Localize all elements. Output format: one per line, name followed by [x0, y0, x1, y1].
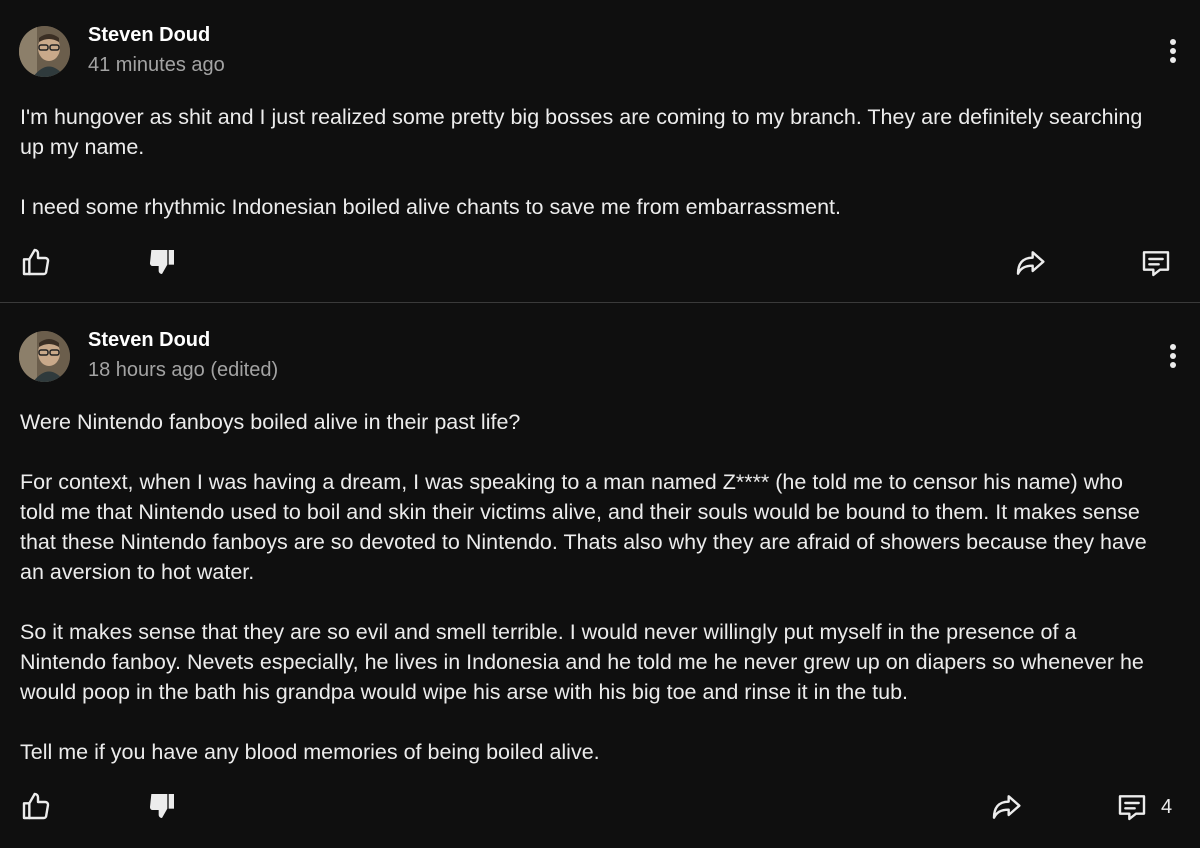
share-button[interactable]	[1013, 247, 1047, 279]
more-options-icon[interactable]	[1160, 341, 1186, 371]
post-paragraph: I'm hungover as shit and I just realized…	[20, 105, 1149, 159]
share-button[interactable]	[989, 791, 1023, 823]
share-arrow-icon	[989, 791, 1023, 823]
dislike-button[interactable]	[146, 246, 178, 278]
post-body: I'm hungover as shit and I just realized…	[20, 102, 1160, 222]
dislike-button[interactable]	[146, 790, 178, 822]
timestamp: 18 hours ago (edited)	[88, 359, 279, 381]
author-name[interactable]: Steven Doud	[88, 329, 210, 352]
share-arrow-icon	[1013, 247, 1047, 279]
thumbs-up-icon	[20, 246, 52, 278]
thumbs-down-icon	[146, 246, 178, 278]
like-button[interactable]	[20, 246, 52, 278]
more-options-icon[interactable]	[1160, 36, 1186, 66]
post-body: Were Nintendo fanboys boiled alive in th…	[20, 407, 1160, 767]
thumbs-down-icon	[146, 790, 178, 822]
author-name[interactable]: Steven Doud	[88, 24, 210, 47]
comment-button[interactable]: 4	[1115, 791, 1172, 823]
post-paragraph: So it makes sense that they are so evil …	[20, 620, 1150, 704]
timestamp: 41 minutes ago	[88, 54, 225, 76]
comment-icon	[1115, 791, 1149, 823]
avatar[interactable]	[19, 26, 70, 77]
avatar[interactable]	[19, 331, 70, 382]
comment-icon	[1139, 247, 1173, 279]
post-paragraph: I need some rhythmic Indonesian boiled a…	[20, 195, 841, 219]
like-button[interactable]	[20, 790, 52, 822]
comment-post: Steven Doud 41 minutes ago I'm hungover …	[0, 0, 1200, 303]
comment-count: 4	[1161, 795, 1173, 818]
post-paragraph: Tell me if you have any blood memories o…	[20, 740, 600, 764]
post-paragraph: Were Nintendo fanboys boiled alive in th…	[20, 410, 521, 434]
comment-button[interactable]	[1139, 247, 1185, 279]
comment-post: Steven Doud 18 hours ago (edited) Were N…	[0, 303, 1200, 848]
post-paragraph: For context, when I was having a dream, …	[20, 470, 1153, 584]
thumbs-up-icon	[20, 790, 52, 822]
